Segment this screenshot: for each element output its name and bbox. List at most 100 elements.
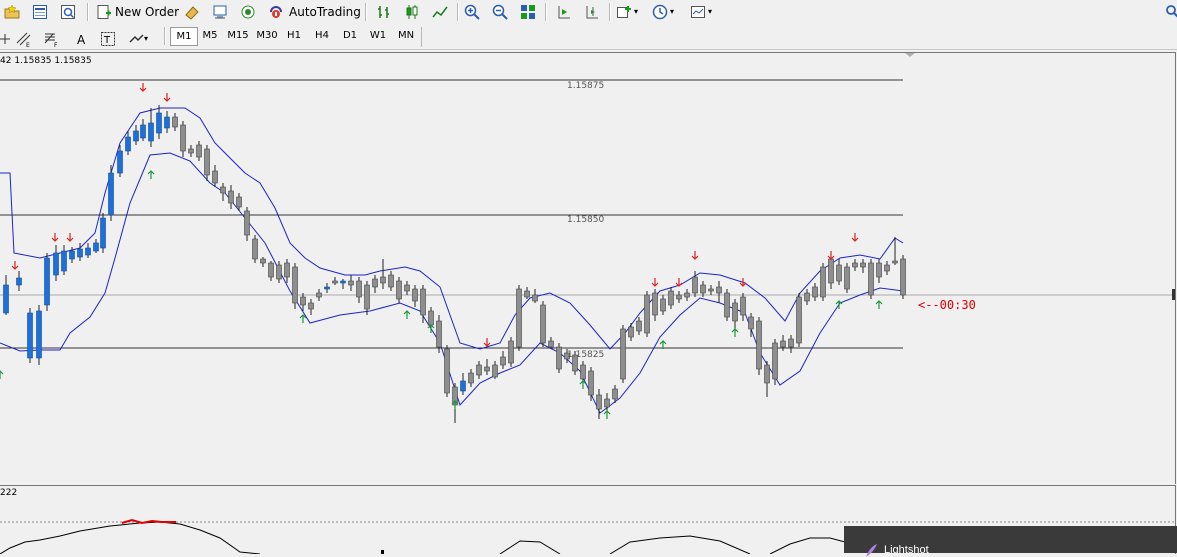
auto-scroll-icon[interactable] — [556, 2, 572, 21]
lightshot-notification[interactable]: Lightshot — [844, 526, 1177, 557]
text-label-icon[interactable]: T — [100, 29, 116, 48]
periods-icon[interactable]: ▾ — [652, 2, 674, 21]
candle — [332, 277, 338, 285]
candle — [356, 277, 362, 303]
price-level-label-1: 1.15875 — [567, 81, 605, 91]
search-icon[interactable] — [1165, 2, 1177, 21]
candle — [836, 259, 842, 285]
candle — [196, 141, 202, 161]
candle — [636, 317, 642, 335]
price-scale-marker — [1172, 289, 1175, 300]
svg-text:F: F — [54, 42, 58, 47]
candlestick-chart-icon[interactable] — [404, 2, 420, 21]
candle — [732, 299, 738, 329]
folder-star-icon[interactable] — [4, 2, 20, 21]
candle — [660, 295, 666, 315]
candle — [252, 235, 258, 263]
candle — [436, 315, 442, 353]
candle — [133, 125, 139, 145]
zoom-navigator-icon[interactable] — [60, 2, 76, 21]
timeframe-m5[interactable]: M5 — [197, 27, 223, 45]
candle — [444, 345, 450, 397]
new-order-icon — [97, 4, 111, 19]
equidistant-channel-icon[interactable]: E — [16, 29, 32, 48]
candle — [340, 279, 346, 289]
candle — [380, 259, 386, 289]
timeframe-m30[interactable]: M30 — [253, 27, 281, 45]
candle — [676, 291, 682, 303]
candle — [348, 275, 354, 291]
timeframe-h1[interactable]: H1 — [281, 27, 307, 45]
arrows-icon[interactable]: ▾ — [128, 29, 148, 48]
sell-arrow-icon — [483, 338, 491, 347]
price-level-label-2: 1.15850 — [567, 215, 605, 225]
candle — [228, 185, 234, 209]
candle — [684, 289, 690, 301]
market-watch-icon[interactable] — [32, 2, 48, 21]
sell-arrow-icon — [163, 93, 171, 102]
candle — [644, 291, 650, 337]
candle — [772, 339, 778, 385]
candle — [516, 285, 522, 351]
sell-arrow-icon — [827, 251, 835, 260]
candle — [620, 325, 626, 383]
text-tool-icon[interactable]: A — [74, 29, 90, 48]
timeframe-m15[interactable]: M15 — [224, 27, 252, 45]
candle — [628, 323, 634, 341]
price-chart[interactable]: 42 1.15835 1.15835 1.15875 1.15850 1.158… — [0, 52, 1176, 484]
indicators-icon[interactable]: ▾ — [616, 2, 638, 21]
zoom-out-icon[interactable] — [492, 2, 508, 21]
chevron-down-icon[interactable]: ▾ — [144, 34, 148, 43]
indicator-line-4 — [769, 537, 846, 554]
candle — [412, 285, 418, 307]
buy-arrow-icon — [603, 410, 611, 419]
candle — [796, 293, 802, 347]
zoom-in-icon[interactable] — [464, 2, 480, 21]
candle — [108, 165, 114, 221]
candle — [812, 283, 818, 301]
candle — [860, 259, 866, 273]
main-toolbar: New Order AutoTrading ▾ ▾ ▾ — [0, 0, 1177, 25]
timeframe-mn[interactable]: MN — [393, 27, 419, 45]
candle — [476, 361, 482, 379]
buy-arrow-icon — [875, 300, 883, 309]
timeframe-h4[interactable]: H4 — [309, 27, 335, 45]
candle — [16, 271, 22, 291]
sell-arrow-icon — [139, 83, 147, 92]
timeframe-m1[interactable]: M1 — [170, 27, 198, 46]
candle — [292, 263, 298, 309]
chevron-down-icon[interactable]: ▾ — [708, 7, 712, 16]
candles — [3, 105, 906, 423]
tile-windows-icon[interactable] — [520, 2, 536, 21]
candle — [556, 343, 562, 373]
buy-arrow-icon — [403, 310, 411, 319]
bar-chart-icon[interactable] — [376, 2, 392, 21]
chevron-down-icon[interactable]: ▾ — [634, 7, 638, 16]
fibonacci-icon[interactable]: F — [44, 29, 60, 48]
chevron-down-icon[interactable]: ▾ — [670, 7, 674, 16]
candle — [492, 361, 498, 379]
candle — [724, 289, 730, 321]
indicator-line-3 — [609, 535, 751, 554]
crosshair-icon[interactable] — [0, 29, 16, 48]
candle — [172, 113, 178, 131]
line-chart-icon[interactable] — [432, 2, 448, 21]
buy-arrow-icon — [731, 328, 739, 337]
templates-icon[interactable]: ▾ — [690, 2, 712, 21]
signals-icon[interactable] — [240, 2, 256, 21]
new-order-button[interactable]: New Order — [96, 2, 179, 21]
timeframe-d1[interactable]: D1 — [337, 27, 363, 45]
candle — [27, 308, 33, 363]
experts-icon[interactable] — [184, 2, 200, 21]
candle — [716, 281, 722, 303]
candle — [852, 259, 858, 271]
candle — [884, 261, 890, 275]
candle — [308, 299, 314, 315]
terminal-icon[interactable] — [212, 2, 228, 21]
sell-arrow-icon — [651, 278, 659, 287]
candle — [844, 263, 850, 293]
chart-shift-icon[interactable] — [584, 2, 600, 21]
timeframe-w1[interactable]: W1 — [365, 27, 391, 45]
chart-shift-marker — [905, 53, 915, 57]
autotrading-button[interactable]: AutoTrading — [268, 2, 361, 21]
